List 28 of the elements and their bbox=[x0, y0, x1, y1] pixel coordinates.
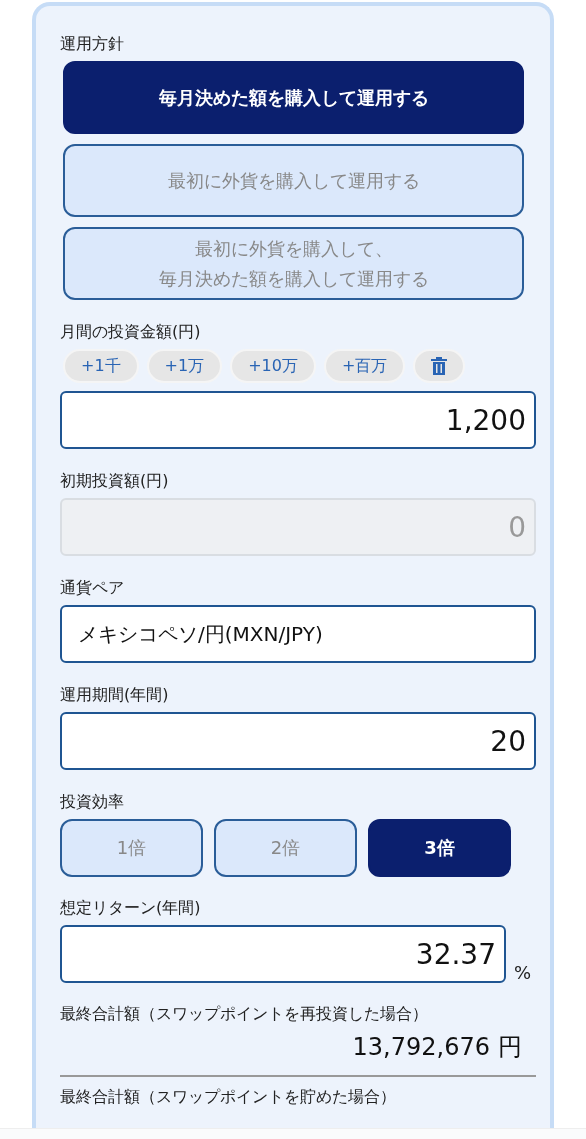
policy-option[interactable]: 最初に外貨を購入して運用する bbox=[63, 144, 524, 217]
currency-pair-field[interactable]: メキシコペソ/円(MXN/JPY) bbox=[60, 605, 536, 663]
percent-unit: % bbox=[514, 962, 532, 983]
clear-button[interactable] bbox=[413, 349, 466, 383]
field-label: 月間の投資金額(円) bbox=[60, 322, 202, 342]
leverage-option[interactable]: 3倍 bbox=[368, 819, 511, 877]
increment-chip[interactable]: +百万 bbox=[323, 349, 406, 383]
field-label: 運用方針 bbox=[60, 34, 125, 54]
policy-option[interactable]: 毎月決めた額を購入して運用する bbox=[63, 61, 524, 134]
leverage-option[interactable]: 2倍 bbox=[214, 819, 357, 877]
trash-icon bbox=[431, 357, 448, 375]
leverage-option[interactable]: 1倍 bbox=[60, 819, 203, 877]
field-label: 想定リターン(年間) bbox=[60, 898, 202, 918]
field-label: 投資効率 bbox=[60, 792, 125, 812]
field-label: 運用期間(年間) bbox=[60, 685, 170, 705]
field-label: 最終合計額（スワップポイントを再投資した場合） bbox=[60, 1004, 429, 1024]
yen-unit: 円 bbox=[498, 1032, 522, 1063]
increment-chip[interactable]: +1万 bbox=[146, 349, 223, 383]
total-amount: 13,792,676 bbox=[352, 1033, 490, 1061]
period-field[interactable]: 20 bbox=[60, 712, 536, 770]
field-label: 通貨ペア bbox=[60, 578, 125, 598]
amount-field[interactable]: 1,200 bbox=[60, 391, 536, 449]
policy-option[interactable]: 最初に外貨を購入して、 毎月決めた額を購入して運用する bbox=[63, 227, 524, 300]
field-label: 最終合計額（スワップポイントを貯めた場合） bbox=[60, 1087, 397, 1107]
increment-chip[interactable]: +1千 bbox=[63, 349, 139, 383]
increment-chip[interactable]: +10万 bbox=[230, 349, 316, 383]
return-field[interactable]: 32.37 bbox=[60, 925, 506, 983]
field-label: 初期投資額(円) bbox=[60, 471, 170, 491]
